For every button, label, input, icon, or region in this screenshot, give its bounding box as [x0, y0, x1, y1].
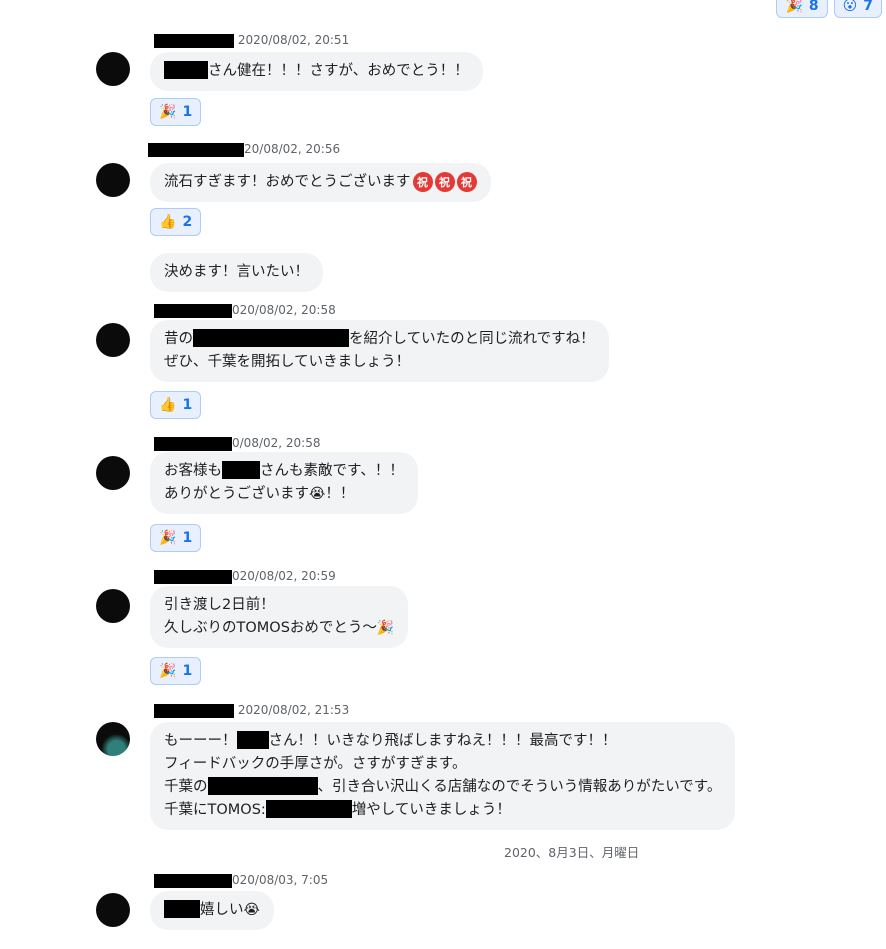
reaction-count: 1 [182, 104, 193, 120]
party-popper-icon: 🎉 [159, 530, 177, 546]
reaction-count: 1 [182, 663, 193, 679]
message-bubble[interactable]: 引き渡し2日前！ 久しぶりのTOMOSおめでとう〜🎉 [150, 586, 409, 648]
redacted-name [154, 436, 232, 451]
reaction-chip[interactable]: 👍 2 [150, 208, 202, 236]
message-line: 決めます！言いたい！ [164, 264, 309, 280]
message-meta: 020/08/02, 20:59 [154, 569, 336, 584]
message-meta: 020/08/03, 7:05 [154, 873, 328, 888]
message-line: お客様も さんも素敵です、！！ [164, 461, 404, 479]
message-meta: 0/08/02, 20:58 [154, 436, 320, 451]
message-meta: 20/08/02, 20:56 [148, 142, 340, 157]
timestamp: 020/08/02, 20:58 [232, 303, 336, 317]
message-bubble[interactable]: 昔の を紹介していたのと同じ流れですね！ ぜひ、千葉を開拓していきましょう！ [150, 320, 609, 382]
avatar[interactable] [96, 893, 130, 927]
redacted-text [207, 777, 318, 795]
message-line: 千葉にTOMOS: 増やしていきましょう！ [164, 800, 511, 818]
reaction-count: 1 [182, 397, 193, 413]
avatar[interactable] [96, 722, 130, 756]
redacted-name [154, 569, 232, 584]
surprised-face-icon: 😮 [842, 0, 858, 14]
party-popper-icon: 🎉 [785, 0, 803, 14]
redacted-text [222, 461, 260, 479]
avatar[interactable] [96, 589, 130, 623]
redacted-text [164, 900, 200, 918]
message-line: ありがとうございます😭！！ [164, 486, 355, 502]
message-bubble[interactable]: 嬉しい😭 [150, 891, 274, 930]
timestamp: 0/08/02, 20:58 [232, 436, 321, 450]
message-bubble[interactable]: お客様も さんも素敵です、！！ ありがとうございます😭！！ [150, 452, 418, 514]
celebration-badge-icon: 祝 [412, 172, 433, 192]
reaction-chip[interactable]: 🎉 1 [150, 98, 202, 126]
message-line: 久しぶりのTOMOSおめでとう〜🎉 [164, 620, 395, 636]
redacted-name [154, 703, 234, 718]
message-line: 引き渡し2日前！ [164, 597, 275, 613]
message-line: 流石すぎます！おめでとうございます祝祝祝 [164, 171, 477, 194]
message-line: 千葉の 、引き合い沢山くる店舗なのでそういう情報ありがたいです。 [164, 777, 722, 795]
avatar[interactable] [96, 52, 130, 86]
reaction-count: 8 [808, 0, 819, 14]
reaction-count: 7 [863, 0, 873, 14]
redacted-name [154, 303, 232, 318]
reaction-chip[interactable]: 🎉 1 [150, 657, 202, 685]
reaction-chip[interactable]: 🎉 1 [150, 524, 202, 552]
timestamp: 2020/08/02, 21:53 [237, 703, 350, 717]
date-separator: 2020、8月3日、月曜日 [504, 845, 640, 860]
reaction-chip-surprised[interactable]: 😮 7 [833, 0, 882, 18]
message-meta: 2020/08/02, 20:51 [154, 33, 349, 48]
redacted-name [154, 873, 232, 888]
redacted-text [265, 800, 352, 818]
celebration-badge-icon: 祝 [434, 172, 455, 192]
timestamp: 2020/08/02, 20:51 [237, 33, 350, 47]
message-line: さん健在！！！さすが、おめでとう！！ [164, 60, 469, 83]
avatar[interactable] [96, 323, 130, 357]
avatar[interactable] [96, 456, 130, 490]
crying-face-icon: 😭 [309, 486, 326, 502]
thumbs-up-icon: 👍 [159, 397, 177, 413]
party-popper-icon: 🎉 [376, 620, 395, 636]
message-line: 昔の を紹介していたのと同じ流れですね！ [164, 329, 595, 347]
party-popper-icon: 🎉 [159, 663, 177, 679]
message-bubble[interactable]: さん健在！！！さすが、おめでとう！！ [150, 52, 483, 91]
message-meta: 2020/08/02, 21:53 [154, 703, 349, 718]
message-line: もーーー！ さん！！いきなり飛ばしますねえ！！！最高です！！ [164, 731, 617, 749]
timestamp: 20/08/02, 20:56 [244, 142, 341, 156]
message-bubble[interactable]: 流石すぎます！おめでとうございます祝祝祝 [150, 163, 491, 202]
reaction-chip-party[interactable]: 🎉 8 [776, 0, 828, 18]
message-bubble[interactable]: 決めます！言いたい！ [150, 253, 323, 292]
redacted-name [148, 142, 244, 157]
message-meta: 020/08/02, 20:58 [154, 303, 336, 318]
message-bubble[interactable]: もーーー！ さん！！いきなり飛ばしますねえ！！！最高です！！ フィードバックの手厚… [150, 722, 736, 830]
timestamp: 020/08/02, 20:59 [232, 569, 336, 583]
reaction-count: 1 [182, 530, 193, 546]
reaction-chip[interactable]: 👍 1 [150, 391, 202, 419]
redacted-text [164, 61, 208, 79]
message-line: 嬉しい😭 [164, 899, 260, 922]
redacted-name [154, 33, 234, 48]
message-line: ぜひ、千葉を開拓していきましょう！ [164, 354, 411, 370]
reaction-count: 2 [182, 214, 193, 230]
top-reactions: 🎉 8 😮 7 [776, 0, 882, 18]
redacted-text [193, 329, 349, 347]
party-popper-icon: 🎉 [159, 104, 177, 120]
message-line: フィードバックの手厚さが。さすがすぎます。 [164, 756, 467, 772]
crying-face-icon: 😭 [243, 902, 260, 918]
thumbs-up-icon: 👍 [159, 214, 177, 230]
celebration-badge-icon: 祝 [456, 172, 477, 192]
timestamp: 020/08/03, 7:05 [232, 873, 329, 887]
redacted-text [236, 731, 269, 749]
avatar[interactable] [96, 163, 130, 197]
